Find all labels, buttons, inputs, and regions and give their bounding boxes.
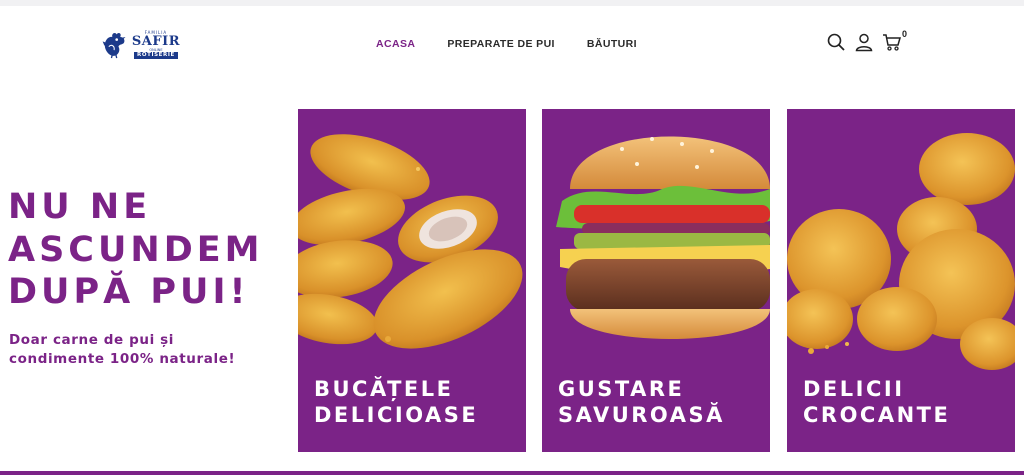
category-card-bucatele[interactable]: BUCĂȚELE DELICIOASE	[298, 109, 526, 452]
card-caption-line: DELICIOASE	[314, 403, 479, 427]
hero-title-line: ASCUNDEM	[8, 229, 264, 270]
main-nav: ACASA PREPARATE DE PUI BĂUTURI	[376, 38, 637, 50]
cart-icon	[883, 34, 901, 51]
card-caption-line: DELICII	[803, 377, 905, 401]
header-actions: 0	[826, 29, 908, 52]
bottom-accent-bar	[0, 471, 1024, 475]
hero-subtitle: Doar carne de pui și condimente 100% nat…	[9, 331, 279, 369]
card-caption: GUSTARE SAVUROASĂ	[558, 376, 725, 428]
card-caption-line: SAVUROASĂ	[558, 403, 725, 427]
card-caption-line: CROCANTE	[803, 403, 951, 427]
hero-title-line: DUPĂ PUI!	[8, 272, 250, 312]
cart-button[interactable]: 0	[882, 29, 908, 52]
nav-item-bauturi[interactable]: BĂUTURI	[587, 38, 637, 50]
card-caption-line: GUSTARE	[558, 377, 685, 401]
category-card-gustare[interactable]: GUSTARE SAVUROASĂ	[542, 109, 770, 452]
cart-count-badge: 0	[902, 29, 908, 39]
hero-title-line: NU NE	[8, 187, 152, 227]
category-card-delicii[interactable]: DELICII CROCANTE	[787, 109, 1015, 452]
brand-tagline: ROTISERIE	[134, 51, 178, 59]
hero-subtitle-line: Doar carne de pui și	[9, 332, 174, 348]
search-icon[interactable]	[826, 32, 846, 52]
card-caption-line: BUCĂȚELE	[314, 377, 454, 401]
card-caption: BUCĂȚELE DELICIOASE	[314, 376, 478, 428]
hero-subtitle-line: condimente 100% naturale!	[9, 351, 236, 367]
nav-item-preparate-de-pui[interactable]: PREPARATE DE PUI	[447, 38, 555, 50]
brand-name: SAFIR	[131, 33, 180, 49]
site-logo[interactable]: FAMILIA SAFIR ONLINE ROTISERIE	[100, 26, 180, 62]
rooster-logo-icon	[102, 33, 126, 59]
hero-title: NU NE ASCUNDEM DUPĂ PUI!	[8, 186, 288, 314]
user-icon[interactable]	[854, 32, 874, 52]
card-caption: DELICII CROCANTE	[803, 376, 950, 428]
site-header: FAMILIA SAFIR ONLINE ROTISERIE ACASA PRE…	[0, 6, 1024, 86]
nav-item-acasa[interactable]: ACASA	[376, 38, 415, 50]
